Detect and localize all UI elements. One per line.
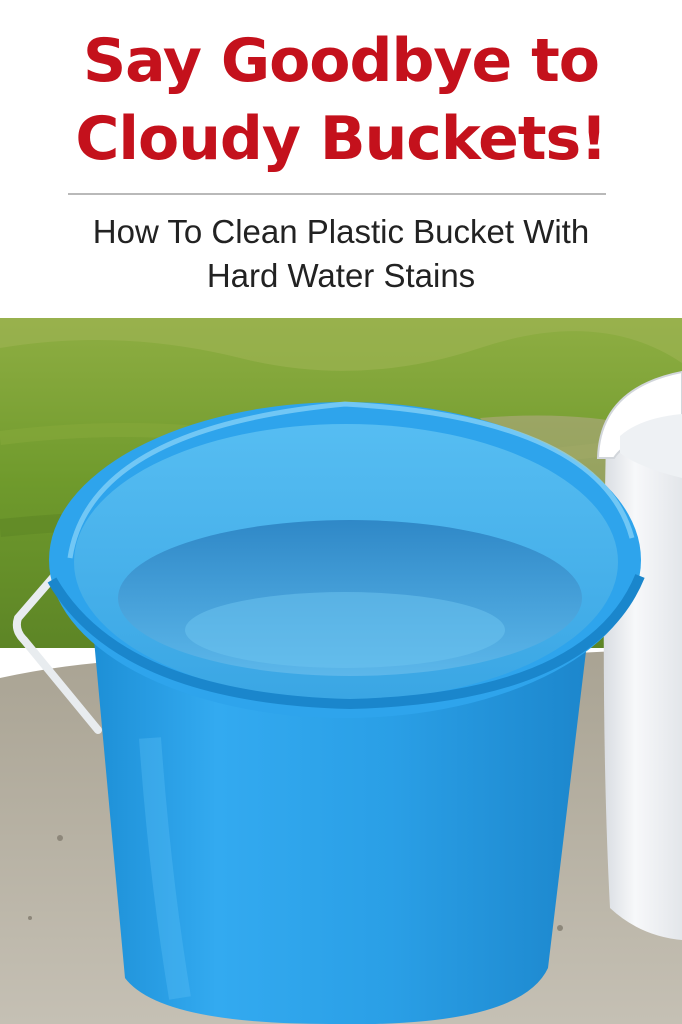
pin-graphic: Say Goodbye to Cloudy Buckets! How To Cl… [0,0,682,1024]
blue-bucket-icon [47,401,645,1024]
bucket-photo [0,318,682,1024]
title-divider [68,193,606,195]
subtitle: How To Clean Plastic Bucket With Hard Wa… [0,210,682,298]
headline-line-2: Cloudy Buckets! [75,104,607,174]
bucket-photo-illustration [0,318,682,1024]
title-panel: Say Goodbye to Cloudy Buckets! How To Cl… [0,0,682,318]
headline: Say Goodbye to Cloudy Buckets! [0,0,682,178]
headline-line-1: Say Goodbye to [82,26,600,96]
white-bucket-icon [596,370,682,940]
subtitle-line-2: Hard Water Stains [206,257,476,294]
subtitle-line-1: How To Clean Plastic Bucket With [92,213,590,250]
